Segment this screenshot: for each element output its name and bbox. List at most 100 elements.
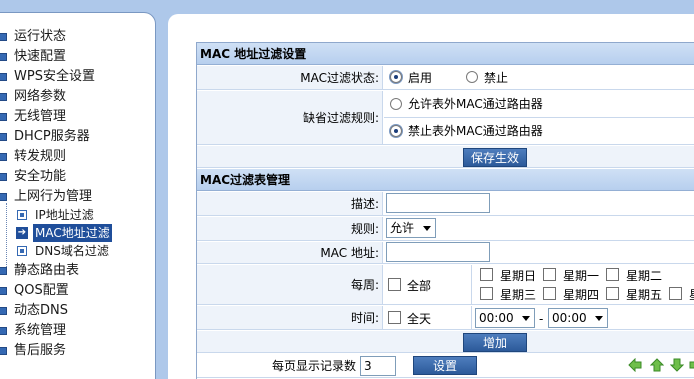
bullet-icon	[0, 327, 7, 335]
sidebar-item-label: 动态DNS	[14, 303, 68, 318]
mac-row: MAC 地址:	[197, 242, 694, 264]
day-friday-checkbox[interactable]	[606, 287, 619, 300]
bullet-icon	[0, 113, 7, 121]
day-sunday-checkbox[interactable]	[480, 268, 493, 281]
bullet-icon	[0, 93, 7, 101]
sidebar-item-label: 上网行为管理	[14, 189, 93, 204]
pager-row: 每页显示记录数 3 设置	[197, 354, 694, 378]
sidebar-item-label: DHCP服务器	[14, 129, 90, 144]
per-page-input[interactable]: 3	[360, 356, 396, 376]
sidebar-item-label: WPS安全设置	[14, 69, 95, 84]
bullet-icon	[0, 193, 7, 201]
day-tuesday-checkbox[interactable]	[606, 268, 619, 281]
status-disable-label: 禁止	[484, 71, 509, 85]
day-wednesday-label: 星期三	[500, 288, 537, 302]
mac-table-header: MAC过滤表管理	[197, 169, 694, 191]
sidebar-item-label: 售后服务	[14, 343, 67, 358]
status-label: MAC过滤状态:	[197, 66, 383, 89]
sidebar-subitem-label: IP地址过滤	[35, 208, 94, 222]
bullet-icon	[0, 133, 7, 141]
add-button[interactable]: 增加	[463, 333, 527, 352]
save-button[interactable]: 保存生效	[463, 148, 527, 167]
sidebar-item-label: 安全功能	[14, 169, 67, 184]
set-button[interactable]: 设置	[413, 356, 477, 375]
bullet-icon	[0, 287, 7, 295]
square-bullet-icon	[17, 210, 27, 220]
desc-label: 描述:	[197, 192, 383, 215]
rule-allow-label: 允许表外MAC通过路由器	[408, 97, 543, 111]
status-row: MAC过滤状态: 启用 禁止	[197, 66, 694, 90]
tree-connector	[6, 203, 7, 269]
mac-input[interactable]	[386, 242, 490, 262]
day-monday-checkbox[interactable]	[543, 268, 556, 281]
week-label: 每周:	[197, 265, 383, 304]
week-all-checkbox[interactable]	[388, 278, 401, 291]
arrow-up-icon[interactable]	[650, 358, 664, 372]
rule-select-value: 允许	[390, 221, 415, 235]
day-friday-label: 星期五	[626, 288, 663, 302]
all-day-label: 全天	[407, 312, 432, 326]
rule-deny-radio[interactable]	[390, 125, 402, 137]
status-enable-radio[interactable]	[390, 71, 402, 83]
sidebar-item-label: 快速配置	[14, 49, 67, 64]
day-sunday-label: 星期日	[500, 269, 537, 283]
chevron-down-icon	[522, 316, 530, 321]
day-wednesday-checkbox[interactable]	[480, 287, 493, 300]
time-end-value: 00:00	[552, 311, 587, 325]
chevron-down-icon	[595, 316, 603, 321]
all-day-checkbox[interactable]	[388, 311, 401, 324]
sidebar-item-label: 运行状态	[14, 29, 67, 44]
rule-row: 规则: 允许	[197, 217, 694, 241]
bullet-icon	[0, 73, 7, 81]
sidebar-item-label: 网络参数	[14, 89, 67, 104]
status-disable-radio[interactable]	[466, 71, 478, 83]
arrow-right-icon[interactable]	[689, 358, 694, 372]
per-page-label: 每页显示记录数	[272, 359, 357, 373]
content-panel: MAC 地址过滤设置 MAC过滤状态: 启用 禁止 缺省过滤规则: 允许表外MA…	[196, 42, 694, 379]
time-label: 时间:	[197, 306, 383, 329]
time-end-select[interactable]: 00:00	[548, 308, 608, 328]
week-row: 每周: 全部 星期日 星期一 星期二 星期三 星期四 星期五 星	[197, 265, 694, 305]
time-start-select[interactable]: 00:00	[475, 308, 535, 328]
rule-allow-radio[interactable]	[390, 98, 402, 110]
day-thursday-checkbox[interactable]	[543, 287, 556, 300]
status-enable-label: 启用	[408, 71, 433, 85]
mac-settings-header: MAC 地址过滤设置	[197, 43, 694, 65]
day-monday-label: 星期一	[563, 269, 600, 283]
week-all-label: 全部	[407, 279, 432, 293]
rule-deny-label: 禁止表外MAC通过路由器	[408, 124, 543, 138]
chevron-down-icon	[423, 226, 431, 231]
default-rule-row: 缺省过滤规则: 允许表外MAC通过路由器 禁止表外MAC通过路由器	[197, 91, 694, 145]
sidebar-subitem-label: MAC地址过滤	[33, 224, 112, 242]
day-saturday-checkbox[interactable]	[669, 287, 682, 300]
time-row: 时间: 全天 00:00 - 00:00	[197, 306, 694, 330]
day-saturday-label: 星	[689, 288, 694, 302]
rule-select[interactable]: 允许	[386, 218, 436, 238]
day-tuesday-label: 星期二	[626, 269, 663, 283]
time-separator: -	[539, 312, 544, 326]
default-rule-label: 缺省过滤规则:	[197, 91, 383, 144]
arrow-left-icon[interactable]	[628, 358, 642, 372]
square-bullet-icon	[17, 246, 27, 256]
bullet-icon	[0, 173, 7, 181]
bullet-icon	[0, 53, 7, 61]
bullet-icon	[0, 153, 7, 161]
sidebar-item-label: QOS配置	[14, 283, 69, 298]
sidebar: 运行状态 快速配置 WPS安全设置 网络参数 无线管理 DHCP服务器 转发规则…	[0, 12, 156, 379]
sidebar-item-label: 转发规则	[14, 149, 67, 164]
bullet-icon	[0, 307, 7, 315]
arrow-right-icon: ➔	[16, 227, 28, 239]
sidebar-item-label: 静态路由表	[14, 263, 80, 278]
bullet-icon	[0, 347, 7, 355]
sidebar-subitem-label: DNS域名过滤	[35, 244, 109, 258]
bullet-icon	[0, 33, 7, 41]
rule-label: 规则:	[197, 217, 383, 240]
day-thursday-label: 星期四	[563, 288, 600, 302]
sidebar-item-label: 无线管理	[14, 109, 67, 124]
desc-input[interactable]	[386, 193, 490, 213]
mac-label: MAC 地址:	[197, 242, 383, 263]
sidebar-item-label: 系统管理	[14, 323, 67, 338]
desc-row: 描述:	[197, 192, 694, 216]
arrow-down-icon[interactable]	[670, 358, 684, 372]
bullet-icon	[0, 267, 7, 275]
